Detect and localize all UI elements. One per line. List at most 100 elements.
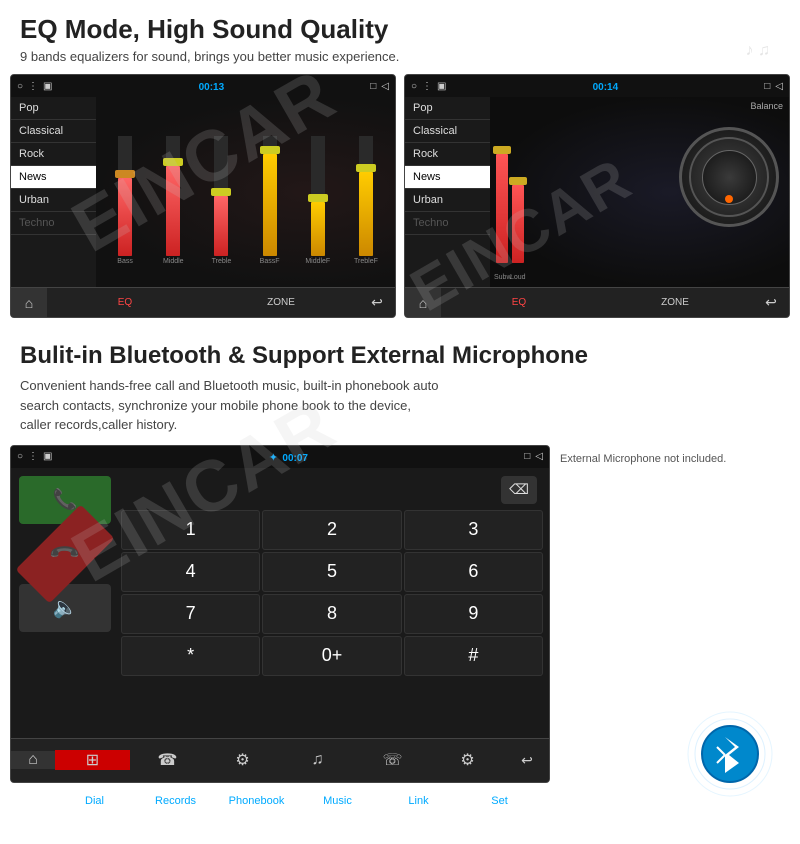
dots-icon-p: ⋮ bbox=[28, 451, 38, 462]
eq-bar-middle[interactable]: Middle bbox=[152, 107, 194, 265]
eq-menu-rock[interactable]: Rock bbox=[11, 143, 96, 166]
eq-content-left: Pop Classical Rock News Urban Techno bbox=[11, 97, 395, 287]
status-bar-left: ○ ⋮ ▣ 00:13 □ ◁ bbox=[11, 75, 395, 97]
bluetooth-icon-svg bbox=[685, 709, 775, 799]
eq-menu-news-r[interactable]: News bbox=[405, 166, 490, 189]
eq-home-button-r[interactable]: ⌂ bbox=[405, 288, 441, 318]
dots-icon-r: ⋮ bbox=[422, 81, 432, 92]
sd-icon-r: ▣ bbox=[437, 81, 446, 92]
nav-link[interactable]: ☏ bbox=[355, 750, 430, 770]
key-hash[interactable]: # bbox=[404, 636, 543, 676]
dots-icon: ⋮ bbox=[28, 81, 38, 92]
eq-left-time: 00:13 bbox=[199, 82, 225, 93]
zone-tab-right[interactable]: ZONE bbox=[597, 297, 753, 308]
circle-icon-p: ○ bbox=[17, 451, 23, 462]
middlef-label: MiddleF bbox=[305, 258, 330, 265]
status-mid: 00:13 bbox=[53, 77, 371, 95]
mute-button[interactable]: 🔈 bbox=[19, 584, 111, 632]
label-link: Link bbox=[378, 795, 459, 807]
music-label-text: Music bbox=[323, 795, 352, 807]
link-label-text: Link bbox=[408, 795, 428, 807]
key-3[interactable]: 3 bbox=[404, 510, 543, 550]
phone-row: ○ ⋮ ▣ ✦ 00:07 □ ◁ 📞 📞 🔈 bbox=[0, 445, 800, 793]
bass-label: Bass bbox=[117, 258, 133, 265]
eq-content-right: Pop Classical Rock News Urban Techno Bal… bbox=[405, 97, 789, 287]
eq-balance-knob[interactable] bbox=[679, 127, 779, 227]
phone-back-button[interactable]: ↩ bbox=[505, 752, 549, 769]
back-icon-status-r: ◁ bbox=[775, 81, 783, 92]
status-right-icons: □ ◁ bbox=[370, 81, 389, 92]
phone-status-mid: ✦ 00:07 bbox=[53, 448, 525, 466]
call-button[interactable]: 📞 bbox=[19, 476, 111, 524]
nav-dial[interactable]: ⊞ bbox=[55, 750, 130, 770]
eq-bar-treble[interactable]: Treble bbox=[200, 107, 242, 265]
nav-records[interactable]: ☎ bbox=[130, 750, 205, 770]
bt-title-text: Bulit-in Bluetooth & Support External Mi… bbox=[20, 342, 588, 369]
eq-menu-classical[interactable]: Classical bbox=[11, 120, 96, 143]
eq-right-time: 00:14 bbox=[593, 82, 619, 93]
dial-icon: ⊞ bbox=[86, 750, 99, 770]
external-mic-note: External Microphone not included. bbox=[560, 445, 790, 469]
eq-back-button-r[interactable]: ↩ bbox=[753, 288, 789, 318]
key-2[interactable]: 2 bbox=[262, 510, 401, 550]
bottom-labels: Dial Records Phonebook Music Link Set bbox=[0, 793, 550, 811]
phone-status-bar: ○ ⋮ ▣ ✦ 00:07 □ ◁ bbox=[11, 446, 549, 468]
phone-screen: ○ ⋮ ▣ ✦ 00:07 □ ◁ 📞 📞 🔈 bbox=[10, 445, 550, 783]
set-label-text: Set bbox=[491, 795, 508, 807]
eq-menu-classical-r[interactable]: Classical bbox=[405, 120, 490, 143]
middle-label: Middle bbox=[163, 258, 184, 265]
back-icon-status-p: ◁ bbox=[535, 451, 543, 462]
zone-tab-left[interactable]: ZONE bbox=[203, 297, 359, 308]
phone-nav: ⌂ ⊞ ☎ ⚙ ♫ ☏ ⚙ ↩ bbox=[11, 738, 549, 782]
label-set: Set bbox=[459, 795, 540, 807]
eq-menu-techno-r[interactable]: Techno bbox=[405, 212, 490, 235]
phonebook-icon: ⚙ bbox=[235, 750, 249, 770]
eq-bar-middlef[interactable]: MiddleF bbox=[297, 107, 339, 265]
eq-bar-treblef[interactable]: TrebleF bbox=[345, 107, 387, 265]
key-4[interactable]: 4 bbox=[121, 552, 260, 592]
key-1[interactable]: 1 bbox=[121, 510, 260, 550]
eq-menu-news[interactable]: News bbox=[11, 166, 96, 189]
external-note-text: External Microphone not included. bbox=[560, 453, 726, 465]
dialpad-display: ⌫ bbox=[119, 472, 545, 508]
music-note-decoration: ♪ ♫ bbox=[746, 42, 770, 60]
eq-menu-pop-r[interactable]: Pop bbox=[405, 97, 490, 120]
eq-screen-left: ○ ⋮ ▣ 00:13 □ ◁ Pop Classical Rock News … bbox=[10, 74, 396, 318]
eq-tab-left[interactable]: EQ bbox=[47, 297, 203, 308]
phone-status-left: ○ ⋮ ▣ bbox=[17, 451, 53, 462]
nav-phonebook[interactable]: ⚙ bbox=[205, 750, 280, 770]
nav-set[interactable]: ⚙ bbox=[430, 750, 505, 770]
key-9[interactable]: 9 bbox=[404, 594, 543, 634]
key-star[interactable]: * bbox=[121, 636, 260, 676]
eq-menu-urban[interactable]: Urban bbox=[11, 189, 96, 212]
eq-bar-bass[interactable]: Bass bbox=[104, 107, 146, 265]
label-phonebook: Phonebook bbox=[216, 795, 297, 807]
eq-menu-pop[interactable]: Pop bbox=[11, 97, 96, 120]
backspace-button[interactable]: ⌫ bbox=[501, 476, 537, 504]
key-5[interactable]: 5 bbox=[262, 552, 401, 592]
key-0[interactable]: 0+ bbox=[262, 636, 401, 676]
phone-time: 00:07 bbox=[282, 453, 308, 464]
eq-tab-right[interactable]: EQ bbox=[441, 297, 597, 308]
key-8[interactable]: 8 bbox=[262, 594, 401, 634]
eq-menu-right: Pop Classical Rock News Urban Techno bbox=[405, 97, 490, 287]
window-icon-r: □ bbox=[764, 81, 770, 92]
treble-label: Treble bbox=[212, 258, 232, 265]
eq-menu-rock-r[interactable]: Rock bbox=[405, 143, 490, 166]
status-right-right-icons: □ ◁ bbox=[764, 81, 783, 92]
eq-back-button[interactable]: ↩ bbox=[359, 288, 395, 318]
eq-home-button[interactable]: ⌂ bbox=[11, 288, 47, 318]
eq-menu-urban-r[interactable]: Urban bbox=[405, 189, 490, 212]
nav-music[interactable]: ♫ bbox=[280, 751, 355, 769]
eq-menu-techno[interactable]: Techno bbox=[11, 212, 96, 235]
eq-section-title: EQ Mode, High Sound Quality bbox=[0, 0, 800, 47]
label-records: Records bbox=[135, 795, 216, 807]
key-6[interactable]: 6 bbox=[404, 552, 543, 592]
key-7[interactable]: 7 bbox=[121, 594, 260, 634]
eq-bar-bassf[interactable]: BassF bbox=[249, 107, 291, 265]
balance-label: Balance bbox=[750, 101, 783, 111]
treblef-label: TrebleF bbox=[354, 258, 378, 265]
phone-home-button[interactable]: ⌂ bbox=[11, 751, 55, 769]
records-label-text: Records bbox=[155, 795, 196, 807]
dialpad-area: 📞 📞 🔈 ⌫ 1 2 3 4 5 6 7 8 bbox=[11, 468, 549, 738]
